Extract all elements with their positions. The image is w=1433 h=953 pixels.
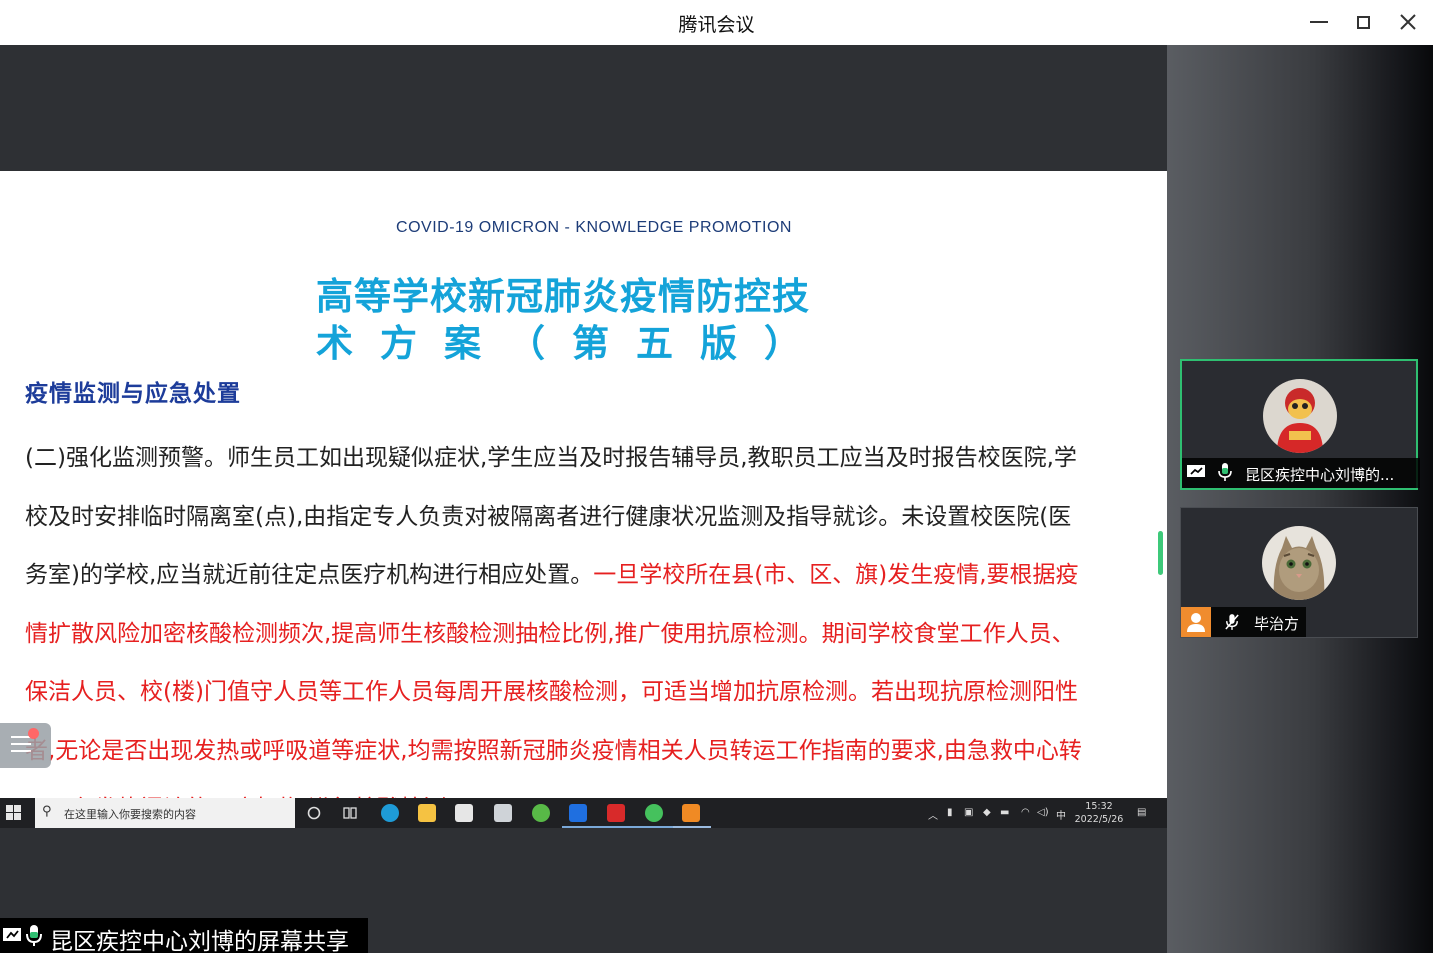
avatar <box>1263 379 1337 453</box>
screen-share-label: 昆区疾控中心刘博的屏幕共享 <box>0 918 368 953</box>
windows-start-icon <box>6 805 22 821</box>
microphone-icon <box>1218 463 1232 481</box>
close-button[interactable] <box>1393 8 1423 36</box>
notification-dot <box>28 728 39 739</box>
tray-mic-icon: ▮ <box>947 807 953 818</box>
tray-network-icon: ◠ <box>1021 807 1030 818</box>
search-icon: ⚲ <box>42 804 52 819</box>
body-text-highlight: 一旦学校所在县(市、区、旗)发生疫情,要根据疫情扩散风险加密核酸检测频次,提高师… <box>25 562 1082 798</box>
meeting-app-icon <box>569 804 587 822</box>
user-icon <box>1187 613 1205 632</box>
maximize-icon <box>1356 15 1370 29</box>
shared-taskbar: ⚲ 在这里输入你要搜索的内容 ︿ ▮ ▣ ◆ ▬ ◠ ◁) 中 15:32 20… <box>0 798 1167 828</box>
mail-icon <box>494 804 512 822</box>
avatar <box>1262 526 1336 600</box>
slide-title-line1: 高等学校新冠肺炎疫情防控技 <box>316 275 810 318</box>
screen-share-icon <box>1187 465 1205 477</box>
clock-time: 15:32 <box>1085 801 1113 812</box>
participant-name: 昆区疾控中心刘博的... <box>1245 466 1395 484</box>
title-bar: 腾讯会议 <box>0 0 1433 45</box>
participant-namebar: 昆区疾控中心刘博的... <box>1182 458 1420 488</box>
slide-body: (二)强化监测预警。师生员工如出现疑似症状,学生应当及时报告辅导员,教职员工应当… <box>25 429 1093 798</box>
host-badge <box>1181 607 1211 637</box>
taskbar-search: ⚲ 在这里输入你要搜索的内容 <box>35 798 295 828</box>
microphone-muted-icon <box>1225 614 1239 630</box>
slide: COVID-19 OMICRON - KNOWLEDGE PROMOTION 高… <box>0 171 1167 798</box>
tray-app-icon: ▣ <box>964 807 974 818</box>
window-title: 腾讯会议 <box>678 14 755 36</box>
browser-icon <box>532 804 550 822</box>
edge-browser-icon <box>381 804 399 822</box>
maximize-button[interactable] <box>1348 8 1378 36</box>
cortana-icon <box>307 806 321 820</box>
shared-screen: COVID-19 OMICRON - KNOWLEDGE PROMOTION 高… <box>0 45 1167 953</box>
slide-subtitle: COVID-19 OMICRON - KNOWLEDGE PROMOTION <box>396 219 792 236</box>
section-heading: 疫情监测与应急处置 <box>25 381 241 407</box>
minimize-button[interactable] <box>1304 8 1334 36</box>
close-icon <box>1400 14 1416 30</box>
ime-indicator: 中 <box>1056 811 1066 822</box>
tray-battery-icon: ▬ <box>1000 807 1010 818</box>
list-icon <box>11 736 31 757</box>
store-icon <box>455 804 473 822</box>
screen-share-icon <box>3 928 21 941</box>
participant-panel <box>1167 45 1433 953</box>
screen-share-label-text: 昆区疾控中心刘博的屏幕共享 <box>50 929 349 953</box>
tray-expand-icon: ︿ <box>928 811 938 822</box>
participant-namebar: 毕治方 <box>1181 607 1306 637</box>
notification-center-icon: ▤ <box>1137 807 1147 818</box>
participant-tile[interactable]: 毕治方 <box>1180 507 1418 638</box>
participant-name: 毕治方 <box>1254 615 1300 633</box>
wechat-icon <box>645 804 663 822</box>
participant-tile-speaker[interactable]: 昆区疾控中心刘博的... <box>1180 359 1420 490</box>
media-player-icon <box>682 804 700 822</box>
tray-security-icon: ◆ <box>983 807 991 818</box>
scroll-indicator[interactable] <box>1158 531 1163 575</box>
slide-title-line2: 术方案（第五版） <box>316 322 828 365</box>
file-explorer-icon <box>418 804 436 822</box>
wps-icon <box>607 804 625 822</box>
taskbar-clock: 15:32 2022/5/26 <box>1070 800 1128 826</box>
tray-volume-icon: ◁) <box>1037 807 1049 818</box>
clock-date: 2022/5/26 <box>1074 814 1124 825</box>
minimize-icon <box>1310 21 1328 23</box>
task-view-icon <box>343 807 357 819</box>
microphone-icon <box>26 925 42 946</box>
toolbar-toggle-button[interactable] <box>0 723 51 768</box>
taskbar-search-placeholder: 在这里输入你要搜索的内容 <box>64 808 196 821</box>
